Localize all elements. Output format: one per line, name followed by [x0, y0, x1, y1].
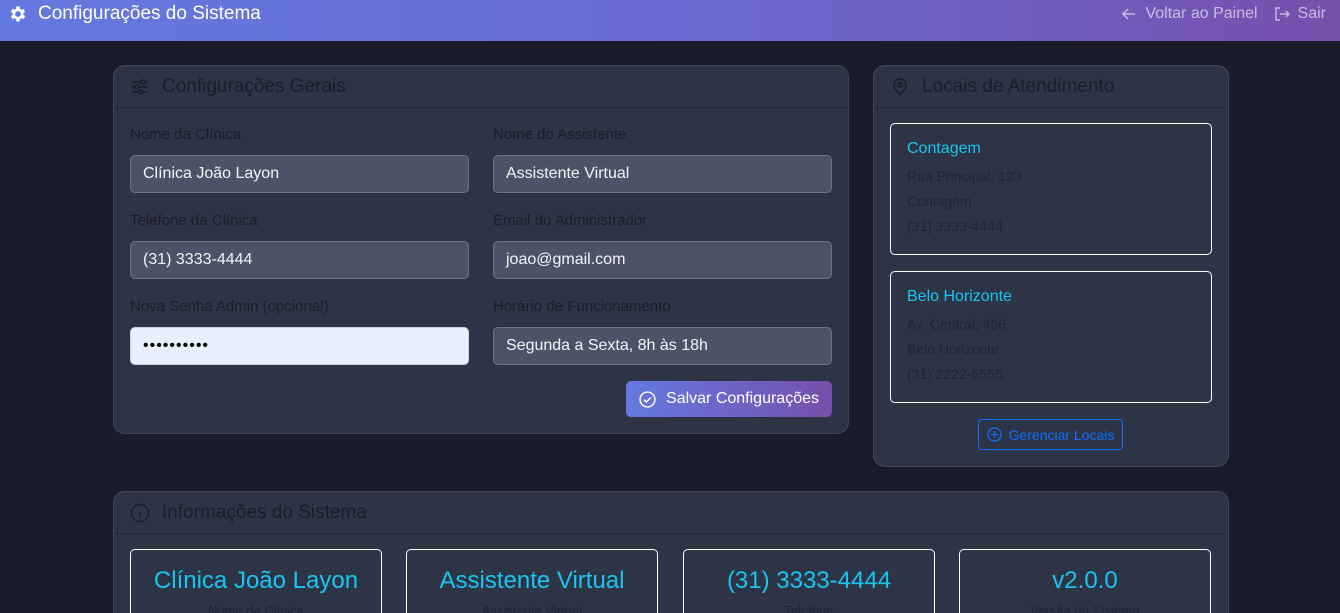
stat-box: Clínica João Layon Nome da Clínica [130, 549, 382, 613]
clinic-name-label: Nome da Clínica [130, 126, 241, 143]
admin-password-label: Nova Senha Admin (opcional) [130, 298, 329, 315]
general-settings-header: Configurações Gerais [114, 66, 848, 108]
check-circle-icon [639, 390, 656, 408]
assistant-name-input[interactable]: Assistente Virtual [493, 155, 832, 193]
location-phone: (31) 2222-5555 [907, 366, 1003, 382]
system-info-title: Informações do Sistema [162, 501, 367, 523]
locations-title: Locais de Atendimento [922, 75, 1115, 97]
location-address: Av. Central, 456 [907, 316, 1007, 332]
admin-email-label: Email do Administrador [493, 212, 648, 229]
stat-caption: Telefone [784, 603, 834, 613]
location-city: Contagem [907, 193, 972, 209]
location-address: Rua Principal, 123 [907, 168, 1022, 184]
map-pin-icon [893, 77, 907, 96]
logout-link[interactable]: Sair [1274, 5, 1326, 23]
arrow-left-icon [1122, 8, 1136, 20]
admin-email-input[interactable]: joao@gmail.com [493, 241, 832, 279]
gear-icon [10, 6, 26, 22]
location-card[interactable]: Contagem Rua Principal, 123 Contagem (31… [890, 123, 1212, 255]
save-settings-label: Salvar Configurações [666, 390, 819, 407]
clinic-phone-input[interactable]: (31) 3333-4444 [130, 241, 469, 279]
back-to-dashboard-label: Voltar ao Painel [1145, 5, 1258, 22]
stat-caption: Assistente Virtual [481, 603, 583, 613]
locations-card: Locais de Atendimento Contagem Rua Princ… [873, 65, 1229, 467]
general-settings-title: Configurações Gerais [162, 75, 346, 97]
manage-locations-button[interactable]: Gerenciar Locais [978, 419, 1123, 450]
location-name: Contagem [907, 140, 981, 157]
location-name: Belo Horizonte [907, 288, 1012, 305]
top-navbar: Configurações do Sistema Voltar ao Paine… [0, 0, 1340, 41]
stat-value: Assistente Virtual [439, 567, 625, 594]
stat-box: Assistente Virtual Assistente Virtual [406, 549, 658, 613]
assistant-name-label: Nome do Assistente [493, 126, 627, 143]
plus-circle-icon [986, 427, 1002, 442]
location-phone: (31) 3333-4444 [907, 218, 1003, 234]
stat-value: (31) 3333-4444 [726, 567, 892, 594]
back-to-dashboard-link[interactable]: Voltar ao Painel [1121, 5, 1258, 23]
save-settings-button[interactable]: Salvar Configurações [626, 381, 832, 417]
clinic-phone-label: Telefone da Clínica [130, 212, 258, 229]
location-card[interactable]: Belo Horizonte Av. Central, 456 Belo Hor… [890, 271, 1212, 403]
stat-value: v2.0.0 [1052, 567, 1118, 594]
manage-locations-label: Gerenciar Locais [1008, 426, 1115, 443]
stat-value: Clínica João Layon [153, 567, 359, 594]
info-circle-icon [130, 503, 150, 522]
clinic-name-input[interactable]: Clínica João Layon [130, 155, 469, 193]
logout-label: Sair [1297, 5, 1326, 22]
admin-password-input[interactable]: •••••••••• [130, 327, 469, 365]
opening-hours-input[interactable]: Segunda a Sexta, 8h às 18h [493, 327, 832, 365]
stat-caption: Nome da Clínica [207, 603, 305, 613]
stat-box: (31) 3333-4444 Telefone [683, 549, 935, 613]
general-settings-card: Configurações Gerais Nome da Clínica Clí… [113, 65, 849, 434]
locations-header: Locais de Atendimento [874, 66, 1228, 108]
system-info-header: Informações do Sistema [114, 492, 1228, 534]
sliders-icon [132, 78, 148, 95]
page-title: Configurações do Sistema [38, 3, 261, 24]
stat-box: v2.0.0 Versão do Sistema [959, 549, 1211, 613]
logout-icon [1274, 7, 1290, 21]
opening-hours-label: Horário de Funcionamento [493, 298, 671, 315]
page-header: Configurações do Sistema [8, 3, 261, 25]
system-info-card: Informações do Sistema Clínica João Layo… [113, 491, 1229, 613]
stat-caption: Versão do Sistema [1030, 603, 1140, 613]
location-city: Belo Horizonte [907, 341, 999, 357]
